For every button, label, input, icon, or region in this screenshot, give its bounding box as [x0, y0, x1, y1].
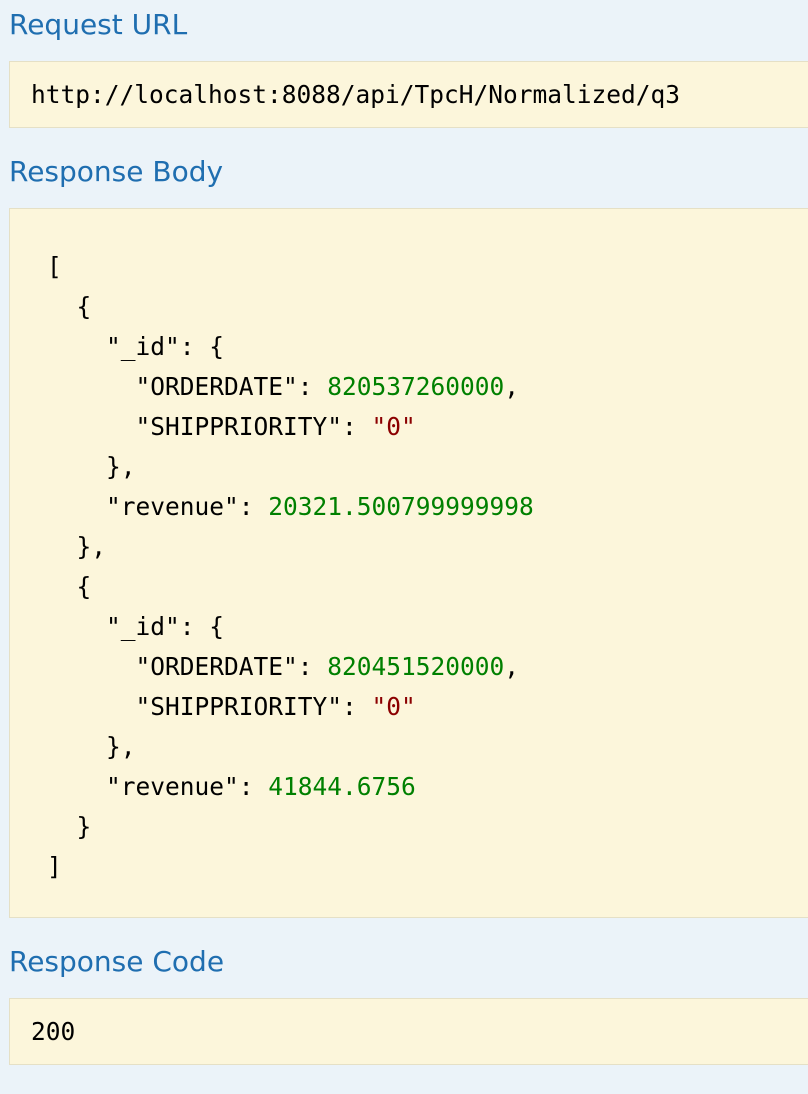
json-line: }	[47, 807, 534, 847]
response-code-heading: Response Code	[9, 945, 225, 978]
json-token: },	[47, 732, 136, 761]
json-number-value: 820537260000	[327, 372, 505, 401]
json-token: [	[47, 252, 62, 281]
json-line: "SHIPPRIORITY": "0"	[47, 687, 534, 727]
json-token: {	[47, 572, 92, 601]
json-line: "ORDERDATE": 820537260000,	[47, 367, 534, 407]
json-line: {	[47, 567, 534, 607]
json-token: {	[47, 292, 92, 321]
json-line: "_id": {	[47, 607, 534, 647]
json-number-value: 20321.500799999998	[268, 492, 534, 521]
response-body-json: [ { "_id": { "ORDERDATE": 820537260000, …	[47, 247, 534, 887]
json-token: },	[47, 532, 107, 561]
json-token: ,	[504, 372, 520, 401]
json-number-value: 820451520000	[327, 652, 505, 681]
response-body-heading: Response Body	[9, 155, 224, 188]
json-line: },	[47, 527, 534, 567]
json-token: "revenue":	[47, 772, 269, 801]
request-url-value: http://localhost:8088/api/TpcH/Normalize…	[31, 80, 681, 109]
json-line: "SHIPPRIORITY": "0"	[47, 407, 534, 447]
json-string-value: "0"	[371, 692, 416, 721]
json-token: ,	[504, 652, 520, 681]
json-token: "ORDERDATE":	[47, 652, 328, 681]
response-code-box: 200	[9, 998, 808, 1065]
json-token: }	[47, 812, 92, 841]
json-line: [	[47, 247, 534, 287]
json-number-value: 41844.6756	[268, 772, 416, 801]
json-token: "SHIPPRIORITY":	[47, 692, 372, 721]
json-token: },	[47, 452, 136, 481]
response-body-box: [ { "_id": { "ORDERDATE": 820537260000, …	[9, 208, 808, 918]
json-token: "SHIPPRIORITY":	[47, 412, 372, 441]
json-string-value: "0"	[371, 412, 416, 441]
json-token: "_id": {	[47, 332, 225, 361]
json-line: "ORDERDATE": 820451520000,	[47, 647, 534, 687]
json-line: {	[47, 287, 534, 327]
response-code-value: 200	[31, 1017, 76, 1046]
json-line: "_id": {	[47, 327, 534, 367]
json-line: },	[47, 727, 534, 767]
json-token: "_id": {	[47, 612, 225, 641]
request-url-box: http://localhost:8088/api/TpcH/Normalize…	[9, 61, 808, 128]
json-line: ]	[47, 847, 534, 887]
json-token: "ORDERDATE":	[47, 372, 328, 401]
json-token: "revenue":	[47, 492, 269, 521]
json-line: "revenue": 41844.6756	[47, 767, 534, 807]
json-token: ]	[47, 852, 62, 881]
json-line: "revenue": 20321.500799999998	[47, 487, 534, 527]
request-url-heading: Request URL	[9, 8, 188, 41]
json-line: },	[47, 447, 534, 487]
